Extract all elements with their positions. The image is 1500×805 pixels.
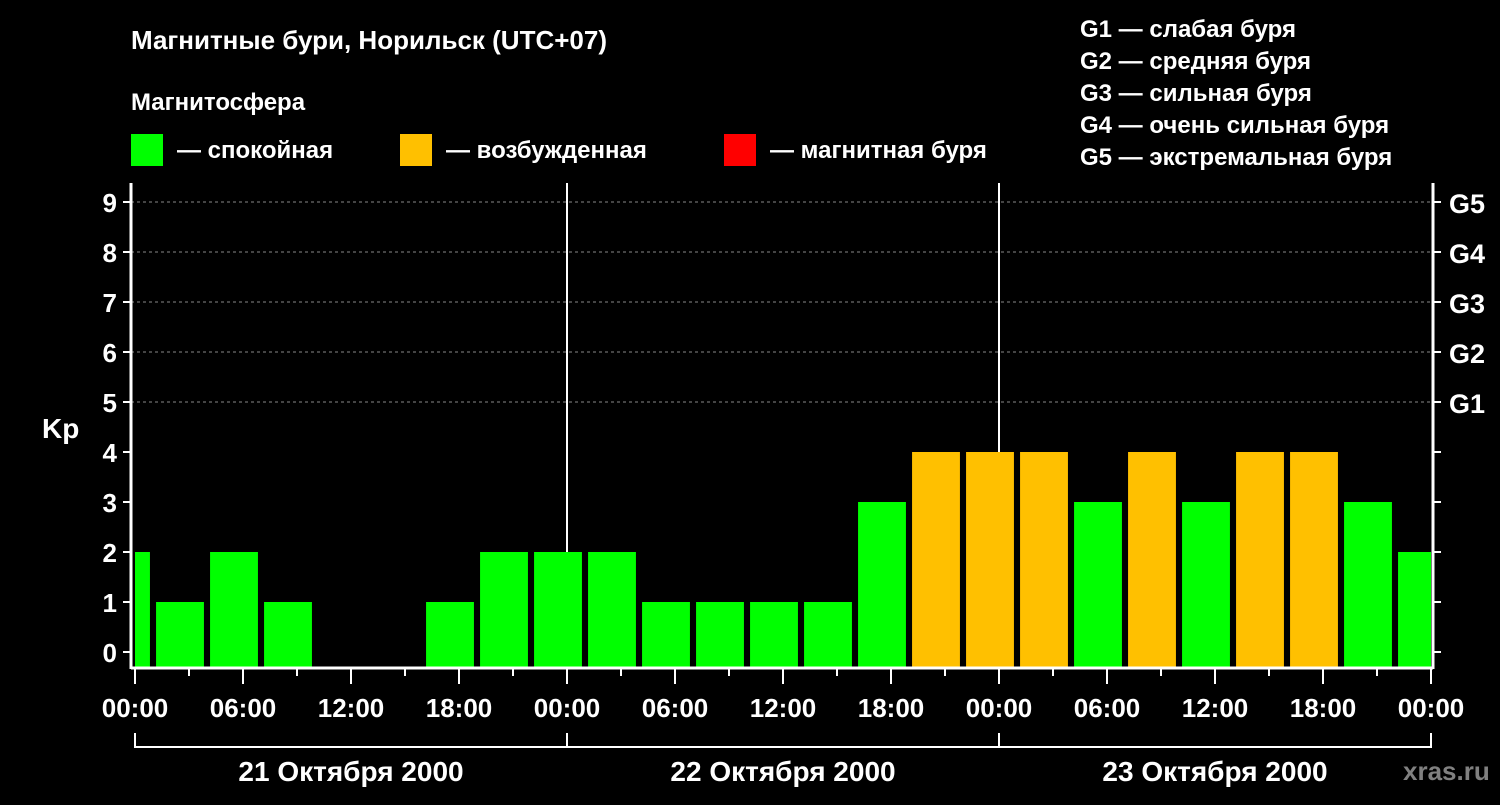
- x-tick-label: 00:00: [966, 693, 1033, 723]
- kp-bar: [1344, 502, 1392, 668]
- kp-bar: [912, 452, 960, 668]
- g-tick-label: G5: [1449, 189, 1485, 219]
- y-tick-label: 2: [103, 538, 117, 568]
- x-tick-label: 00:00: [1398, 693, 1465, 723]
- y-tick-label: 7: [103, 288, 117, 318]
- g-tick-label: G4: [1449, 239, 1485, 269]
- legend-swatch-active: [400, 134, 432, 166]
- y-tick-label: 6: [103, 338, 117, 368]
- day-bracket: [134, 733, 568, 748]
- day-bracket: [998, 733, 1432, 748]
- kp-chart: Магнитные бури, Норильск (UTC+07) Магнит…: [42, 16, 1490, 787]
- kp-bar: [588, 552, 636, 668]
- x-tick-label: 06:00: [1074, 693, 1141, 723]
- y-tick-label: 0: [103, 638, 117, 668]
- x-tick-label: 12:00: [750, 693, 817, 723]
- g-scale-1: G1 — слабая буря: [1080, 16, 1296, 43]
- x-tick-label: 18:00: [426, 693, 493, 723]
- kp-bar: [1128, 452, 1176, 668]
- y-tick-label: 9: [103, 188, 117, 218]
- x-tick-label: 00:00: [102, 693, 169, 723]
- x-tick-label: 06:00: [210, 693, 277, 723]
- x-tick-label: 00:00: [534, 693, 601, 723]
- kp-bar: [426, 602, 474, 668]
- x-tick-label: 18:00: [858, 693, 925, 723]
- day-label: 22 Октября 2000: [670, 756, 895, 787]
- y-tick-label: 1: [103, 588, 117, 618]
- kp-bar: [1398, 552, 1431, 668]
- legend-swatch-quiet: [131, 134, 163, 166]
- kp-bar: [858, 502, 906, 668]
- kp-bar: [966, 452, 1014, 668]
- kp-bar: [1074, 502, 1122, 668]
- chart-title: Магнитные бури, Норильск (UTC+07): [131, 25, 607, 55]
- g-tick-label: G2: [1449, 339, 1485, 369]
- legend-heading: Магнитосфера: [131, 89, 306, 116]
- legend-label-active: — возбужденная: [446, 137, 647, 164]
- kp-bar: [804, 602, 852, 668]
- legend-label-storm: — магнитная буря: [770, 137, 987, 164]
- kp-bar: [135, 552, 150, 668]
- kp-bar: [1020, 452, 1068, 668]
- legend-label-quiet: — спокойная: [177, 137, 333, 164]
- y-tick-label: 3: [103, 488, 117, 518]
- g-tick-label: G1: [1449, 389, 1485, 419]
- kp-bar: [1236, 452, 1284, 668]
- x-tick-label: 12:00: [1182, 693, 1249, 723]
- kp-bar: [480, 552, 528, 668]
- kp-bar: [642, 602, 690, 668]
- g-scale-5: G5 — экстремальная буря: [1080, 144, 1392, 171]
- y-tick-label: 4: [103, 438, 118, 468]
- x-tick-label: 12:00: [318, 693, 385, 723]
- kp-bar: [156, 602, 204, 668]
- legend-swatch-storm: [724, 134, 756, 166]
- g-scale-2: G2 — средняя буря: [1080, 48, 1311, 75]
- day-label: 23 Октября 2000: [1102, 756, 1327, 787]
- kp-bar: [210, 552, 258, 668]
- kp-bar: [534, 552, 582, 668]
- kp-bar: [264, 602, 312, 668]
- kp-bar: [1290, 452, 1338, 668]
- y-tick-label: 5: [103, 388, 117, 418]
- x-tick-label: 18:00: [1290, 693, 1357, 723]
- watermark: xras.ru: [1403, 756, 1490, 786]
- x-tick-label: 06:00: [642, 693, 709, 723]
- kp-bar: [750, 602, 798, 668]
- g-scale-3: G3 — сильная буря: [1080, 80, 1312, 107]
- g-scale-4: G4 — очень сильная буря: [1080, 112, 1389, 139]
- day-bracket: [566, 733, 1000, 748]
- day-label: 21 Октября 2000: [238, 756, 463, 787]
- g-tick-label: G3: [1449, 289, 1485, 319]
- kp-bar: [1182, 502, 1230, 668]
- kp-bar: [696, 602, 744, 668]
- y-tick-label: 8: [103, 238, 117, 268]
- y-axis-label: Kp: [42, 413, 79, 444]
